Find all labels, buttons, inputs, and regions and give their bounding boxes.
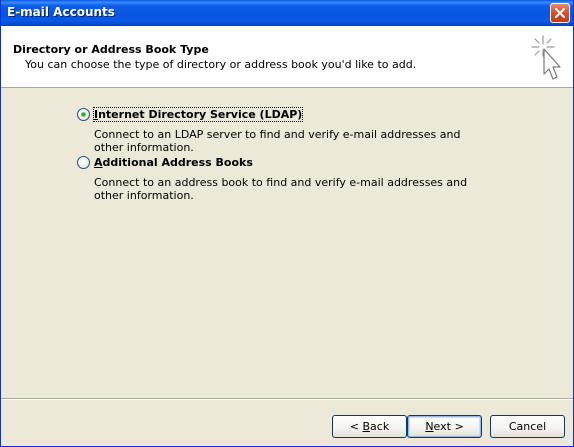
address-books-label[interactable]: Additional Address Books — [94, 156, 253, 169]
options-panel: Internet Directory Service (LDAP) Connec… — [1, 88, 573, 398]
page-title: Directory or Address Book Type — [13, 43, 209, 56]
page-subtitle: You can choose the type of directory or … — [25, 58, 417, 71]
option-ldap-row[interactable]: Internet Directory Service (LDAP) — [77, 107, 557, 123]
title-bar[interactable]: E-mail Accounts — [1, 0, 573, 26]
next-button[interactable]: Next > — [407, 415, 482, 438]
address-books-radio[interactable] — [77, 156, 90, 169]
ldap-radio[interactable] — [77, 108, 90, 121]
footer-divider — [1, 398, 573, 400]
email-accounts-dialog: E-mail Accounts Directory or Address Boo… — [0, 0, 574, 447]
ldap-description: Connect to an LDAP server to find and ve… — [94, 128, 461, 154]
option-ldap: Internet Directory Service (LDAP) Connec… — [77, 107, 557, 154]
option-address-books-row[interactable]: Additional Address Books — [77, 155, 557, 171]
ldap-label[interactable]: Internet Directory Service (LDAP) — [92, 107, 304, 122]
close-icon — [555, 8, 565, 18]
wizard-header: Directory or Address Book Type You can c… — [1, 26, 573, 88]
option-address-books: Additional Address Books Connect to an a… — [77, 155, 557, 202]
address-books-description: Connect to an address book to find and v… — [94, 176, 468, 202]
close-button[interactable] — [550, 3, 570, 23]
back-button[interactable]: < Back — [332, 415, 407, 438]
cancel-button[interactable]: Cancel — [490, 415, 565, 438]
window-title: E-mail Accounts — [7, 5, 115, 19]
wizard-cursor-icon — [531, 35, 561, 80]
radio-selected-dot-icon — [81, 112, 86, 117]
